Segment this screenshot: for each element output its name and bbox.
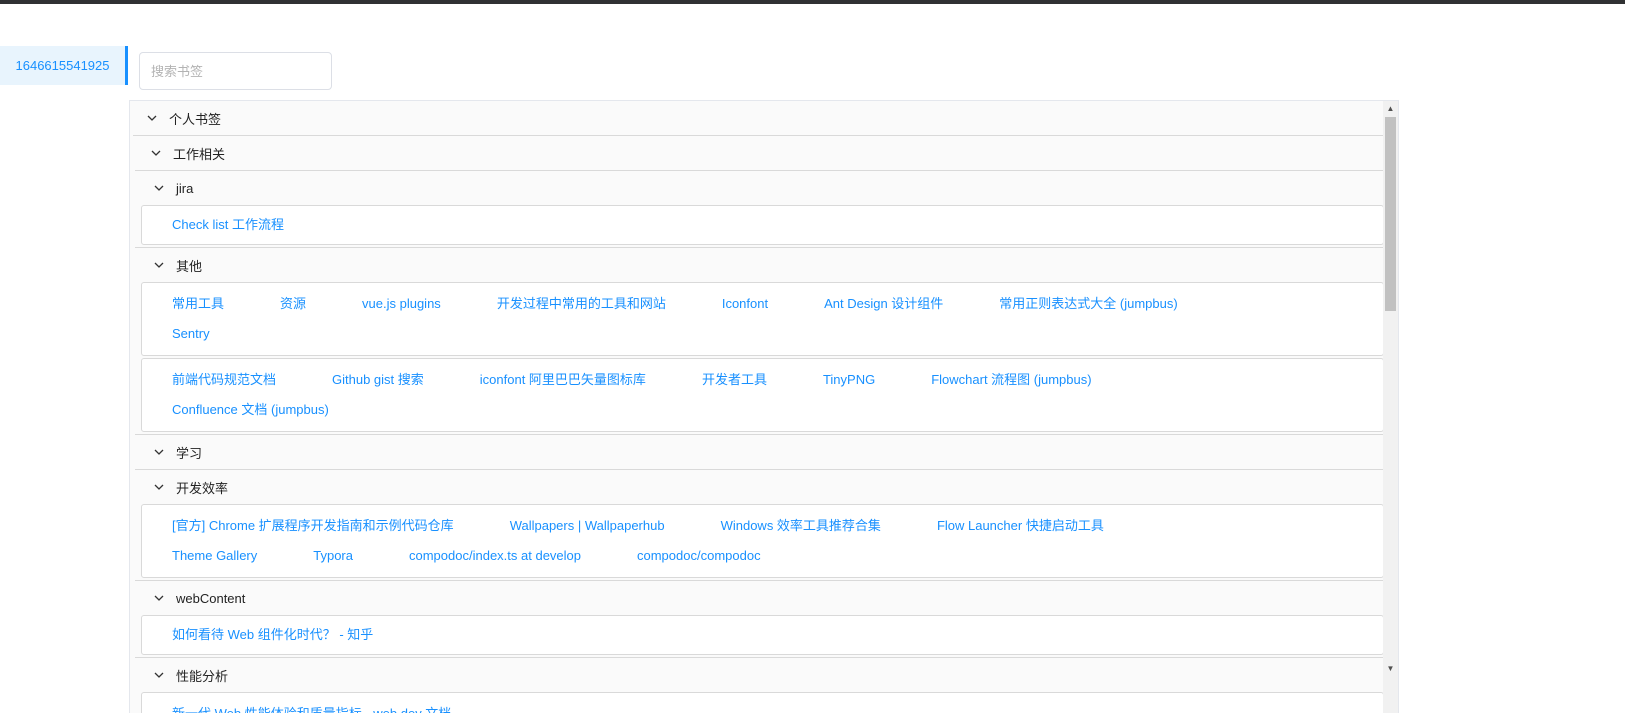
- folder-header-study[interactable]: 学习: [151, 435, 1384, 469]
- bookmark-link[interactable]: Check list 工作流程: [172, 210, 284, 240]
- folder-title: 其他: [176, 258, 203, 274]
- bookmark-list: 常用工具 资源 vue.js plugins 开发过程中常用的工具和网站 Ico…: [141, 282, 1384, 356]
- folder-title: 性能分析: [176, 668, 229, 684]
- folder-perf: 性能分析 新一代 Web 性能体验和质量指标 - web.dev 文档: [135, 657, 1384, 713]
- folder-header-level2[interactable]: 工作相关: [148, 136, 1384, 170]
- vertical-scrollbar[interactable]: ▲ ▼: [1383, 101, 1398, 713]
- bookmark-tree-panel: 个人书签 工作相关 jira Check list 工作流程 其他 常用工具 资…: [129, 100, 1399, 713]
- bookmark-link[interactable]: Flowchart 流程图 (jumpbus): [931, 365, 1091, 395]
- folder-productivity: 开发效率 [官方] Chrome 扩展程序开发指南和示例代码仓库 Wallpap…: [135, 469, 1384, 578]
- bookmark-link[interactable]: iconfont 阿里巴巴矢量图标库: [480, 365, 646, 395]
- bookmark-link[interactable]: 开发过程中常用的工具和网站: [497, 289, 666, 319]
- sidebar-item-bookmark-group[interactable]: 1646615541925: [0, 46, 128, 85]
- bookmark-link[interactable]: 常用正则表达式大全 (jumpbus): [999, 289, 1177, 319]
- bookmark-link[interactable]: 常用工具: [172, 289, 224, 319]
- bookmark-link[interactable]: 资源: [280, 289, 306, 319]
- chevron-down-icon: [151, 590, 167, 606]
- folder-title: 工作相关: [173, 146, 226, 162]
- bookmark-link[interactable]: compodoc/compodoc: [637, 541, 761, 571]
- folder-jira: jira Check list 工作流程: [135, 170, 1384, 245]
- bookmark-link[interactable]: Wallpapers | Wallpaperhub: [510, 511, 665, 541]
- scroll-up-arrow-icon[interactable]: ▲: [1383, 101, 1398, 116]
- bookmark-link[interactable]: Windows 效率工具推荐合集: [721, 511, 881, 541]
- chevron-down-icon: [148, 145, 164, 161]
- folder-webcontent: webContent 如何看待 Web 组件化时代？ - 知乎: [135, 580, 1384, 655]
- bookmark-list: 前端代码规范文档 Github gist 搜索 iconfont 阿里巴巴矢量图…: [141, 358, 1384, 432]
- folder-title: webContent: [176, 590, 246, 606]
- bookmark-list: Check list 工作流程: [141, 205, 1384, 245]
- bookmark-list: 新一代 Web 性能体验和质量指标 - web.dev 文档: [141, 692, 1384, 713]
- bookmark-link[interactable]: Iconfont: [722, 289, 768, 319]
- folder-title: 开发效率: [176, 480, 229, 496]
- scroll-down-arrow-icon[interactable]: ▼: [1383, 661, 1398, 676]
- bookmark-link[interactable]: Flow Launcher 快捷启动工具: [937, 511, 1104, 541]
- bookmark-link[interactable]: Sentry: [172, 319, 210, 349]
- bookmark-link[interactable]: 前端代码规范文档: [172, 365, 276, 395]
- chevron-down-icon: [151, 257, 167, 273]
- top-bar: [0, 0, 1625, 4]
- folder-header-jira[interactable]: jira: [151, 171, 1384, 205]
- bookmark-list: [官方] Chrome 扩展程序开发指南和示例代码仓库 Wallpapers |…: [141, 504, 1384, 578]
- folder-header-level1[interactable]: 个人书签: [144, 101, 1384, 135]
- folder-study: 学习: [135, 434, 1384, 469]
- bookmark-link[interactable]: Confluence 文档 (jumpbus): [172, 395, 329, 425]
- bookmark-list: 如何看待 Web 组件化时代？ - 知乎: [141, 615, 1384, 655]
- bookmark-link[interactable]: Typora: [313, 541, 353, 571]
- sidebar-item-label: 1646615541925: [15, 58, 110, 73]
- bookmark-link[interactable]: 开发者工具: [702, 365, 767, 395]
- folder-misc: 其他 常用工具 资源 vue.js plugins 开发过程中常用的工具和网站 …: [135, 247, 1384, 432]
- chevron-down-icon: [144, 110, 160, 126]
- bookmark-link[interactable]: Github gist 搜索: [332, 365, 424, 395]
- bookmark-link[interactable]: [官方] Chrome 扩展程序开发指南和示例代码仓库: [172, 511, 454, 541]
- bookmark-link[interactable]: Ant Design 设计组件: [824, 289, 943, 319]
- chevron-down-icon: [151, 667, 167, 683]
- folder-header-perf[interactable]: 性能分析: [151, 658, 1384, 692]
- bookmark-link[interactable]: 如何看待 Web 组件化时代？ - 知乎: [172, 620, 373, 650]
- folder-title: 个人书签: [169, 111, 222, 127]
- folder-header-misc[interactable]: 其他: [151, 248, 1384, 282]
- folder-title: jira: [176, 180, 194, 196]
- bookmark-link[interactable]: Theme Gallery: [172, 541, 257, 571]
- chevron-down-icon: [151, 444, 167, 460]
- chevron-down-icon: [151, 479, 167, 495]
- bookmark-link[interactable]: TinyPNG: [823, 365, 875, 395]
- bookmark-link[interactable]: 新一代 Web 性能体验和质量指标 - web.dev 文档: [172, 699, 451, 713]
- bookmark-link[interactable]: compodoc/index.ts at develop: [409, 541, 581, 571]
- folder-title: 学习: [176, 445, 203, 461]
- folder-header-productivity[interactable]: 开发效率: [151, 470, 1384, 504]
- bookmark-link[interactable]: vue.js plugins: [362, 289, 441, 319]
- folder-header-webcontent[interactable]: webContent: [151, 581, 1384, 615]
- scrollbar-thumb[interactable]: [1385, 117, 1396, 311]
- bookmark-tree: 个人书签 工作相关 jira Check list 工作流程 其他 常用工具 资…: [130, 101, 1384, 713]
- folder-level2: 工作相关 jira Check list 工作流程 其他 常用工具 资源 vue…: [133, 135, 1384, 713]
- chevron-down-icon: [151, 180, 167, 196]
- search-input[interactable]: [139, 52, 332, 90]
- folder-level1: 个人书签 工作相关 jira Check list 工作流程 其他 常用工具 资…: [130, 101, 1384, 713]
